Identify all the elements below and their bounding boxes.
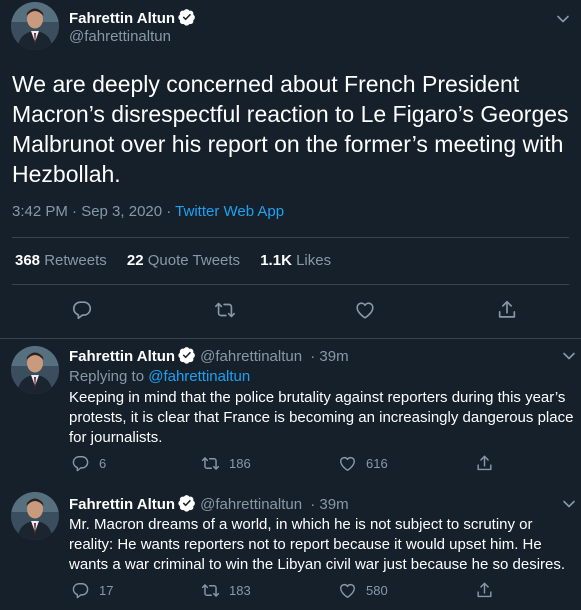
chevron-down-icon[interactable] [562,351,576,361]
verified-badge-icon [178,494,196,512]
author-handle[interactable]: @fahrettinaltun [200,348,302,365]
share-icon [475,581,494,600]
author-handle[interactable]: @fahrettinaltun [69,28,171,45]
source-app-link[interactable]: Twitter Web App [175,203,284,220]
author-name[interactable]: Fahrettin Altun [69,348,175,365]
quote-tweets-stat[interactable]: 22 Quote Tweets [127,252,240,269]
verified-badge-icon [178,346,196,364]
like-icon [338,581,357,600]
engagement-stats: 368 Retweets 22 Quote Tweets 1.1K Likes [15,252,347,269]
reply-button[interactable]: 17 [71,581,113,601]
like-button[interactable]: 616 [338,454,388,474]
share-button[interactable] [475,454,494,474]
retweets-label: Retweets [44,252,107,269]
main-tweet: Fahrettin Altun @fahrettinaltun We are d… [0,0,581,339]
reply-tweet[interactable]: Fahrettin Altun @fahrettinaltun · 39m Mr.… [0,488,581,610]
retweet-button[interactable]: 186 [201,454,251,474]
timestamp[interactable]: 3:42 PM · Sep 3, 2020 · [12,203,175,220]
reply-tweet[interactable]: Fahrettin Altun @fahrettinaltun · 39m Rep… [0,340,581,488]
like-count: 580 [366,583,388,598]
retweet-count: 183 [229,583,251,598]
replying-to: Replying to @fahrettinaltun [69,368,250,385]
quote-tweets-count: 22 [126,252,144,269]
retweet-button[interactable] [214,299,236,321]
replying-to-link[interactable]: @fahrettinaltun [148,368,250,385]
like-icon [354,299,376,321]
chevron-down-icon[interactable] [562,499,576,509]
quote-tweets-label: Quote Tweets [147,252,241,269]
replying-prefix: Replying to [69,368,149,385]
share-button[interactable] [496,299,518,321]
share-icon [496,299,518,321]
reply-icon [71,299,93,321]
likes-label: Likes [296,252,332,269]
like-icon [338,454,357,473]
likes-count: 1.1K [260,252,292,269]
divider [12,284,569,285]
retweet-button[interactable]: 183 [201,581,251,601]
divider [12,237,569,238]
reply-button[interactable] [71,299,93,321]
chevron-down-icon[interactable] [556,14,570,24]
avatar[interactable] [11,492,59,540]
like-button[interactable]: 580 [338,581,388,601]
reply-text: Keeping in mind that the police brutalit… [69,389,574,446]
retweet-icon [214,299,236,321]
reply-count: 6 [99,456,107,471]
retweet-icon [201,454,220,473]
reply-text: Mr. Macron dreams of a world, in which h… [69,516,566,573]
author-name[interactable]: Fahrettin Altun [69,496,175,513]
reply-count: 17 [99,583,114,598]
share-button[interactable] [475,581,494,601]
likes-stat[interactable]: 1.1K Likes [260,252,331,269]
time-ago[interactable]: · 39m [310,348,348,365]
reply-header: Fahrettin Altun @fahrettinaltun · 39m [69,346,349,365]
tweet-text: We are deeply concerned about French Pre… [12,71,569,187]
retweets-stat[interactable]: 368 Retweets [15,252,107,269]
reply-icon [71,581,90,600]
avatar[interactable] [11,2,59,50]
retweet-count: 186 [229,456,251,471]
retweet-icon [201,581,220,600]
author-name-row: Fahrettin Altun [69,8,196,28]
retweets-count: 368 [15,252,41,269]
reply-icon [71,454,90,473]
reply-header: Fahrettin Altun @fahrettinaltun · 39m [69,494,349,513]
like-count: 616 [366,456,388,471]
tweet-meta: 3:42 PM · Sep 3, 2020 · Twitter Web App [12,203,284,220]
like-button[interactable] [354,299,376,321]
author-name[interactable]: Fahrettin Altun [69,10,175,27]
time-ago[interactable]: · 39m [310,496,348,513]
avatar[interactable] [11,346,59,394]
author-handle[interactable]: @fahrettinaltun [200,496,302,513]
verified-badge-icon [178,8,196,26]
share-icon [475,454,494,473]
reply-button[interactable]: 6 [71,454,106,474]
